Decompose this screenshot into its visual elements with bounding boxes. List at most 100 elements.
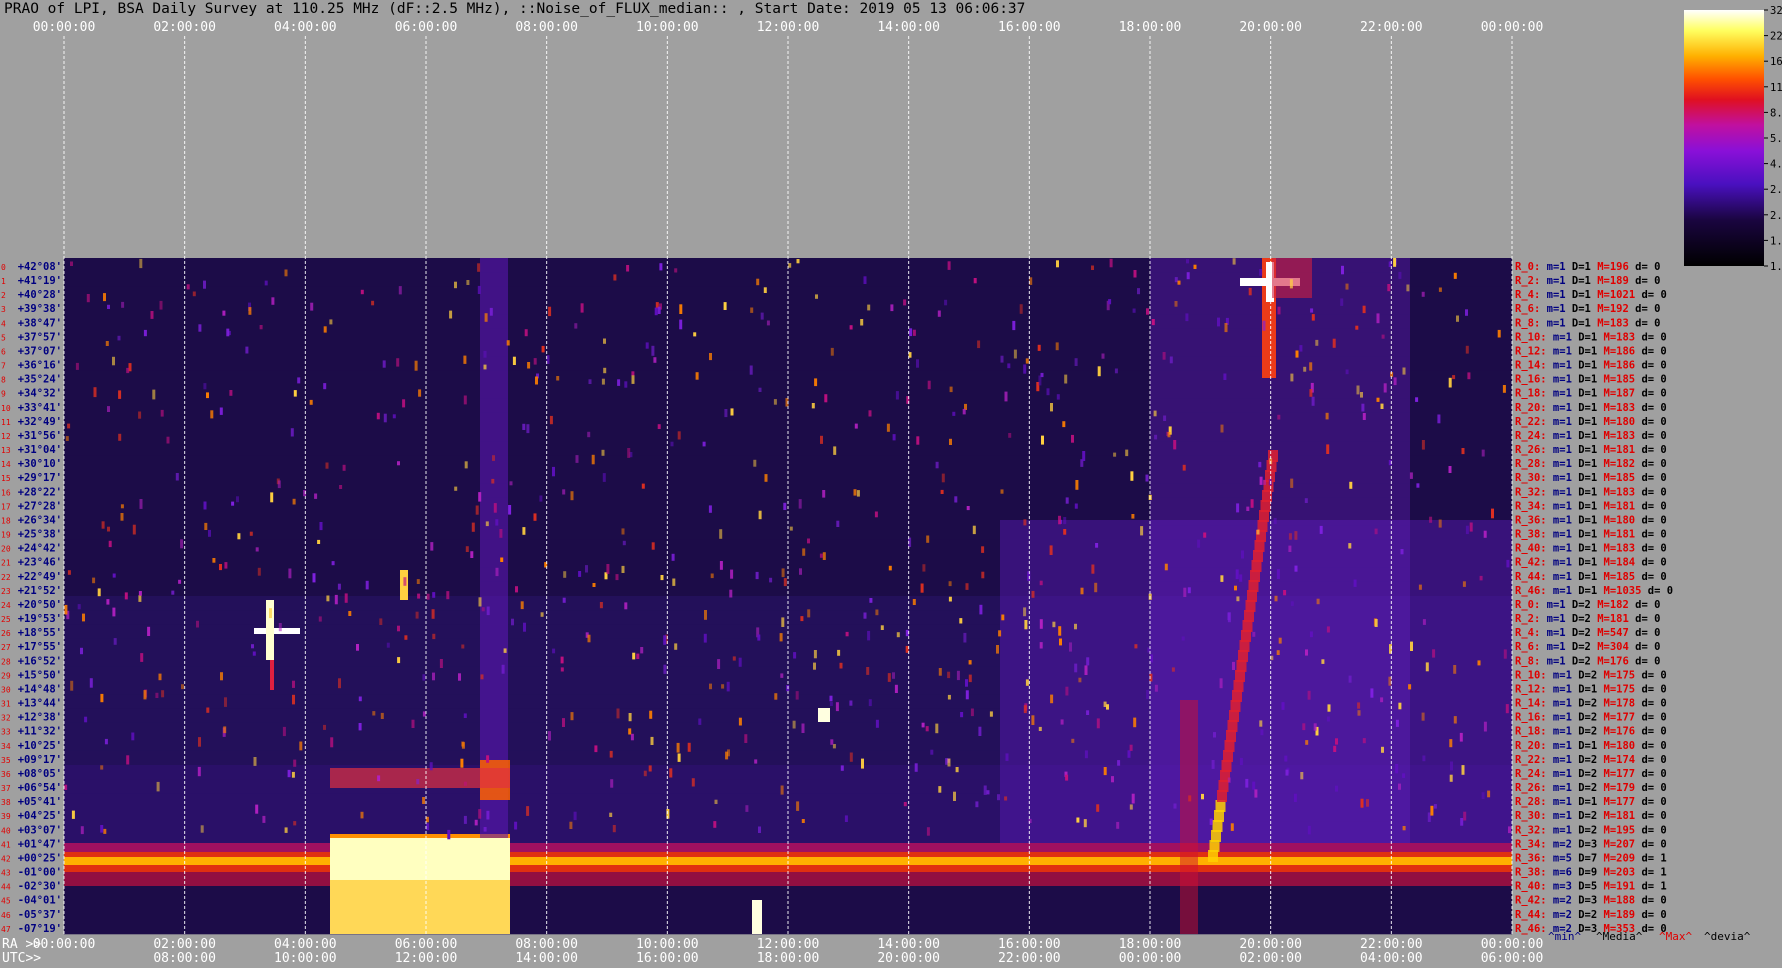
speckle [344, 593, 348, 603]
speckle [1362, 413, 1366, 420]
speckle [533, 513, 537, 521]
row-index-label: 44 [1, 883, 11, 892]
row-stat-part: D=1 [1572, 557, 1597, 569]
row-stat-part: M=183 [1597, 331, 1635, 343]
top-axis-tick-label: 08:00:00 [515, 20, 578, 35]
row-stat-part: D=2 [1572, 754, 1597, 766]
speckle [935, 461, 939, 469]
speckle [863, 612, 867, 619]
speckle [654, 307, 658, 316]
speckle [1325, 412, 1329, 420]
speckle [104, 738, 108, 745]
row-stat-part: m=1 [1547, 472, 1572, 484]
speckle [549, 415, 553, 425]
speckle [492, 455, 495, 461]
row-stat-part: d= 0 [1629, 317, 1661, 329]
speckle [962, 408, 966, 415]
utc-axis-tick-label: 12:00:00 [395, 951, 458, 966]
top-axis-tick-label: 10:00:00 [636, 20, 699, 35]
speckle [890, 304, 894, 312]
speckle [503, 648, 507, 653]
row-stat-part: M=183 [1591, 317, 1629, 329]
row-stat-part: R_20: [1515, 402, 1547, 414]
speckle [526, 806, 530, 816]
row-stat-part: m=1 [1540, 303, 1565, 315]
speckle [648, 765, 652, 772]
row-stat-line: R_32: m=1 D=2 M=195 d= 0 [1515, 824, 1667, 836]
row-stat-part: M=177 [1597, 712, 1635, 724]
row-stat-part: M=175 [1597, 669, 1635, 681]
speckle [138, 411, 142, 419]
speckle [1005, 753, 1009, 761]
speckle [150, 311, 154, 319]
speckle [1299, 345, 1303, 352]
speckle [484, 313, 488, 322]
speckle [541, 345, 545, 353]
row-stat-part: R_4: [1515, 289, 1540, 301]
speckle [1181, 636, 1185, 641]
row-stat-part: M=195 [1597, 824, 1635, 836]
speckle [527, 362, 531, 369]
row-stat-part: R_16: [1515, 374, 1547, 386]
speckle [1096, 718, 1100, 729]
colorbar-tick-label: 16.0 [1770, 56, 1782, 68]
heat-feature [1272, 258, 1312, 298]
speckle [1395, 719, 1399, 727]
speckle [402, 399, 406, 408]
speckle [726, 681, 730, 692]
speckle [721, 684, 725, 689]
speckle [1052, 621, 1056, 628]
row-stat-part: m=1 [1547, 796, 1572, 808]
speckle [1038, 375, 1042, 386]
row-index-label: 28 [1, 657, 11, 666]
row-stat-part: M=186 [1597, 346, 1635, 358]
row-stat-part: d= 0 [1635, 895, 1667, 907]
row-stat-line: R_26: m=1 D=2 M=179 d= 0 [1515, 782, 1667, 794]
speckle [1289, 279, 1293, 289]
row-stat-part: D=9 [1572, 867, 1597, 879]
speckle [1167, 432, 1171, 438]
speckle [1050, 403, 1053, 412]
speckle [539, 495, 543, 502]
speckle [1400, 549, 1404, 555]
row-stat-part: M=186 [1597, 360, 1635, 372]
speckle [709, 353, 712, 361]
speckle [175, 473, 179, 481]
row-stat-part: M=196 [1591, 261, 1629, 273]
speckle [339, 485, 343, 489]
speckle [1236, 503, 1240, 513]
speckle [1503, 649, 1507, 659]
speckle [813, 662, 816, 670]
speckle [649, 710, 653, 719]
speckle [152, 389, 156, 400]
row-stat-part: d= 0 [1635, 543, 1667, 555]
speckle [789, 526, 793, 531]
speckle [903, 802, 907, 807]
speckle [1248, 287, 1252, 296]
speckle [1302, 723, 1306, 731]
speckle [1326, 444, 1330, 454]
speckle [454, 486, 458, 491]
speckle [1333, 745, 1337, 752]
speckle [756, 278, 760, 286]
speckle [698, 718, 702, 725]
speckle [863, 276, 867, 284]
row-stat-part: M=189 [1591, 275, 1629, 287]
speckle [695, 372, 699, 380]
declination-label: +39°38' [18, 303, 62, 315]
row-stat-part: D=1 [1572, 430, 1597, 442]
speckle [1294, 565, 1298, 572]
speckle [392, 414, 396, 419]
top-axis-tick-label: 22:00:00 [1360, 20, 1423, 35]
row-stat-part: m=1 [1547, 782, 1572, 794]
row-stat-part: M=178 [1597, 698, 1635, 710]
speckle [1223, 373, 1227, 380]
speckle [552, 466, 555, 477]
speckle [1241, 550, 1244, 559]
speckle [120, 504, 124, 509]
speckle [780, 673, 784, 678]
speckle [717, 659, 721, 669]
row-stat-part: R_16: [1515, 712, 1547, 724]
speckle [1481, 449, 1485, 457]
speckle [1058, 515, 1061, 525]
